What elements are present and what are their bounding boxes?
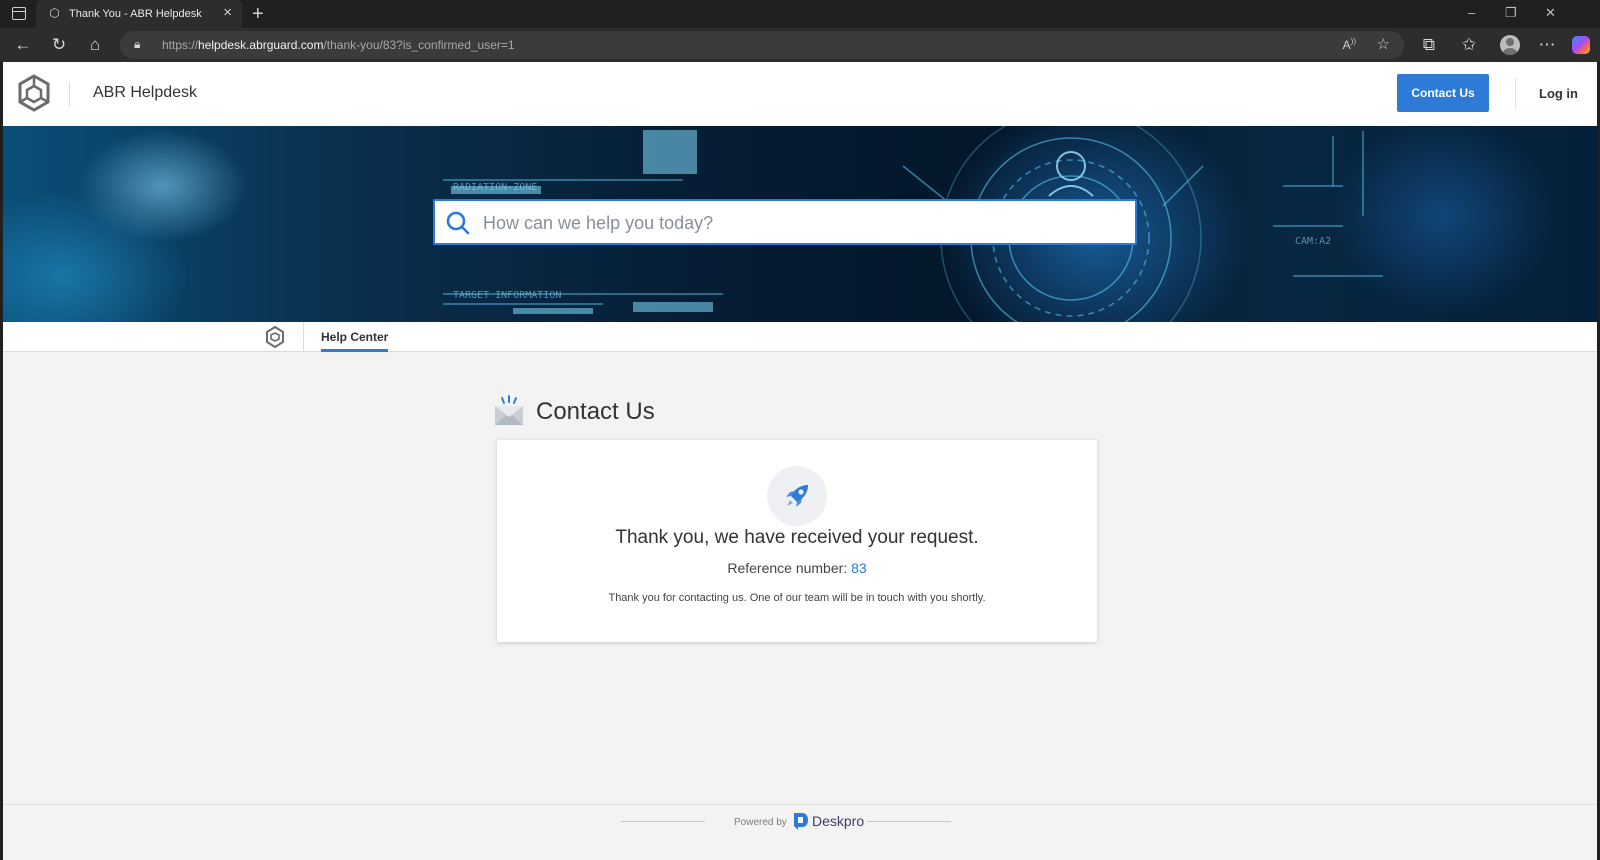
lock-icon[interactable]: 🔒︎ bbox=[134, 37, 140, 52]
subnav-divider bbox=[303, 322, 304, 352]
reload-icon[interactable]: ↻ bbox=[48, 34, 70, 56]
browser-toolbar: ← ↻ ⌂ 🔒︎ https://helpdesk.abrguard.com/t… bbox=[0, 28, 1600, 62]
tab-actions-icon[interactable] bbox=[12, 7, 26, 20]
more-menu-icon[interactable]: ⋯ bbox=[1536, 34, 1558, 56]
browser-tab-bar: ⬡ Thank You - ABR Helpdesk × + – ❐ ✕ bbox=[0, 0, 1600, 28]
svg-text:CAM:A2: CAM:A2 bbox=[1295, 236, 1331, 247]
sub-navigation: Help Center bbox=[3, 322, 1597, 352]
confirmation-title: Thank you, we have received your request… bbox=[615, 527, 979, 548]
window-close-icon[interactable]: ✕ bbox=[1545, 5, 1556, 21]
svg-text:TARGET INFORMATION: TARGET INFORMATION bbox=[453, 290, 561, 301]
reference-line: Reference number: 83 bbox=[497, 560, 1097, 576]
powered-by-text: Powered by bbox=[734, 817, 787, 828]
minimize-icon[interactable]: – bbox=[1468, 5, 1475, 21]
home-icon[interactable]: ⌂ bbox=[84, 34, 106, 56]
favorite-star-icon[interactable]: ☆ bbox=[1377, 35, 1390, 53]
footer-rule-right bbox=[867, 821, 951, 822]
address-url[interactable]: https://helpdesk.abrguard.com/thank-you/… bbox=[162, 38, 515, 52]
tab-title: Thank You - ABR Helpdesk bbox=[69, 8, 202, 20]
copilot-icon[interactable] bbox=[1572, 36, 1590, 54]
new-tab-icon[interactable]: + bbox=[252, 3, 264, 25]
site-header: ABR Helpdesk Contact Us Log in bbox=[3, 62, 1597, 126]
restore-icon[interactable]: ❐ bbox=[1505, 5, 1517, 21]
page-title: Contact Us bbox=[536, 398, 655, 425]
profile-avatar-icon[interactable] bbox=[1500, 35, 1520, 55]
rocket-icon bbox=[786, 485, 808, 507]
site-name[interactable]: ABR Helpdesk bbox=[93, 84, 197, 102]
back-icon[interactable]: ← bbox=[12, 34, 34, 56]
envelope-icon bbox=[495, 395, 523, 425]
abr-logo-icon[interactable] bbox=[17, 74, 51, 114]
address-bar[interactable]: 🔒︎ https://helpdesk.abrguard.com/thank-y… bbox=[120, 31, 1404, 59]
reference-number-link[interactable]: 83 bbox=[851, 560, 867, 576]
helpdesk-favicon-icon: ⬡ bbox=[49, 6, 60, 20]
reference-label: Reference number: bbox=[727, 560, 848, 576]
search-box[interactable] bbox=[433, 199, 1137, 245]
favorites-icon[interactable]: ✩ bbox=[1458, 34, 1480, 56]
read-aloud-icon[interactable]: A)) bbox=[1343, 37, 1356, 52]
search-input[interactable] bbox=[483, 209, 1123, 237]
footer-rule-left bbox=[621, 821, 705, 822]
svg-text:RADIATION-ZONE: RADIATION-ZONE bbox=[453, 182, 537, 193]
header-divider bbox=[69, 82, 70, 106]
hero-banner: RADIATION-ZONE TARGET INFORMATION CAM:A2 bbox=[3, 126, 1597, 322]
extensions-icon[interactable]: ⧉ bbox=[1418, 34, 1440, 56]
contact-us-button[interactable]: Contact Us bbox=[1397, 74, 1489, 112]
confirmation-card: Thank you, we have received your request… bbox=[497, 440, 1097, 642]
abr-small-logo-icon[interactable] bbox=[265, 326, 285, 348]
login-link[interactable]: Log in bbox=[1539, 86, 1578, 101]
confirmation-message: Thank you for contacting us. One of our … bbox=[608, 592, 986, 604]
page-viewport: ABR Helpdesk Contact Us Log in RADIATION… bbox=[3, 62, 1597, 860]
header-divider-right bbox=[1515, 78, 1516, 110]
search-icon[interactable] bbox=[445, 210, 471, 236]
page-footer: Powered by Deskpro bbox=[3, 804, 1597, 840]
active-tab-indicator bbox=[321, 349, 388, 352]
tab-close-icon[interactable]: × bbox=[223, 5, 232, 21]
deskpro-brand-link[interactable]: Deskpro bbox=[812, 813, 864, 829]
nav-item-help-center[interactable]: Help Center bbox=[321, 330, 388, 344]
browser-tab-active[interactable]: ⬡ Thank You - ABR Helpdesk × bbox=[36, 0, 242, 28]
deskpro-logo-icon[interactable] bbox=[792, 811, 810, 831]
rocket-badge bbox=[767, 466, 827, 526]
